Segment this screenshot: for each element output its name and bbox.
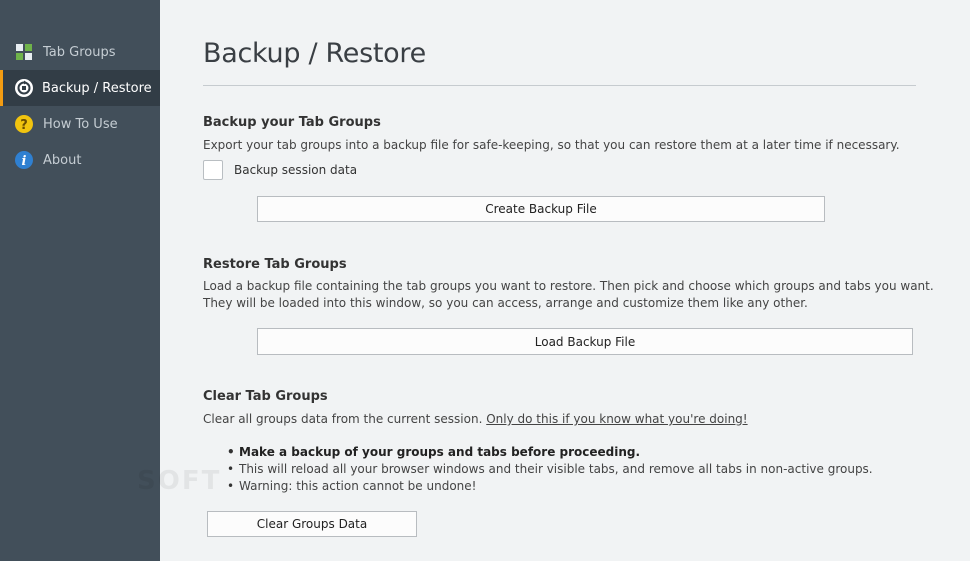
sidebar: Tab Groups Backup / Restore ? How To Use bbox=[0, 0, 160, 561]
backup-restore-icon bbox=[14, 78, 34, 98]
title-divider bbox=[203, 85, 916, 86]
sidebar-item-about[interactable]: i About bbox=[0, 142, 160, 178]
tab-groups-icon bbox=[14, 42, 34, 62]
list-item: This will reload all your browser window… bbox=[227, 461, 873, 478]
sidebar-item-label: About bbox=[43, 152, 82, 168]
list-item: Make a backup of your groups and tabs be… bbox=[227, 444, 873, 461]
clear-section-title: Clear Tab Groups bbox=[203, 389, 328, 404]
load-backup-button[interactable]: Load Backup File bbox=[257, 328, 913, 355]
info-icon: i bbox=[14, 150, 34, 170]
sidebar-item-backup-restore[interactable]: Backup / Restore bbox=[0, 70, 160, 106]
svg-text:?: ? bbox=[20, 118, 28, 133]
backup-session-row: Backup session data bbox=[203, 160, 357, 180]
backup-session-checkbox[interactable] bbox=[203, 160, 223, 180]
backup-session-label[interactable]: Backup session data bbox=[234, 163, 357, 177]
clear-warning-list: Make a backup of your groups and tabs be… bbox=[227, 444, 873, 495]
backup-description: Export your tab groups into a backup fil… bbox=[203, 138, 900, 152]
clear-description: Clear all groups data from the current s… bbox=[203, 411, 748, 428]
clear-warning-link[interactable]: Only do this if you know what you're doi… bbox=[486, 412, 747, 426]
backup-section-title: Backup your Tab Groups bbox=[203, 115, 381, 130]
sidebar-item-label: Tab Groups bbox=[43, 44, 116, 60]
watermark: SOFT bbox=[137, 466, 222, 496]
sidebar-item-how-to-use[interactable]: ? How To Use bbox=[0, 106, 160, 142]
svg-text:i: i bbox=[22, 154, 27, 169]
help-icon: ? bbox=[14, 114, 34, 134]
clear-groups-button[interactable]: Clear Groups Data bbox=[207, 511, 417, 537]
page-title: Backup / Restore bbox=[203, 38, 426, 69]
restore-section-title: Restore Tab Groups bbox=[203, 257, 347, 272]
list-item: Warning: this action cannot be undone! bbox=[227, 478, 873, 495]
restore-description-line1: Load a backup file containing the tab gr… bbox=[203, 279, 934, 293]
clear-description-text: Clear all groups data from the current s… bbox=[203, 412, 483, 426]
sidebar-item-label: How To Use bbox=[43, 116, 118, 132]
sidebar-item-tab-groups[interactable]: Tab Groups bbox=[0, 34, 160, 70]
restore-description-line2: They will be loaded into this window, so… bbox=[203, 296, 808, 310]
create-backup-button[interactable]: Create Backup File bbox=[257, 196, 825, 222]
sidebar-item-label: Backup / Restore bbox=[42, 80, 152, 96]
